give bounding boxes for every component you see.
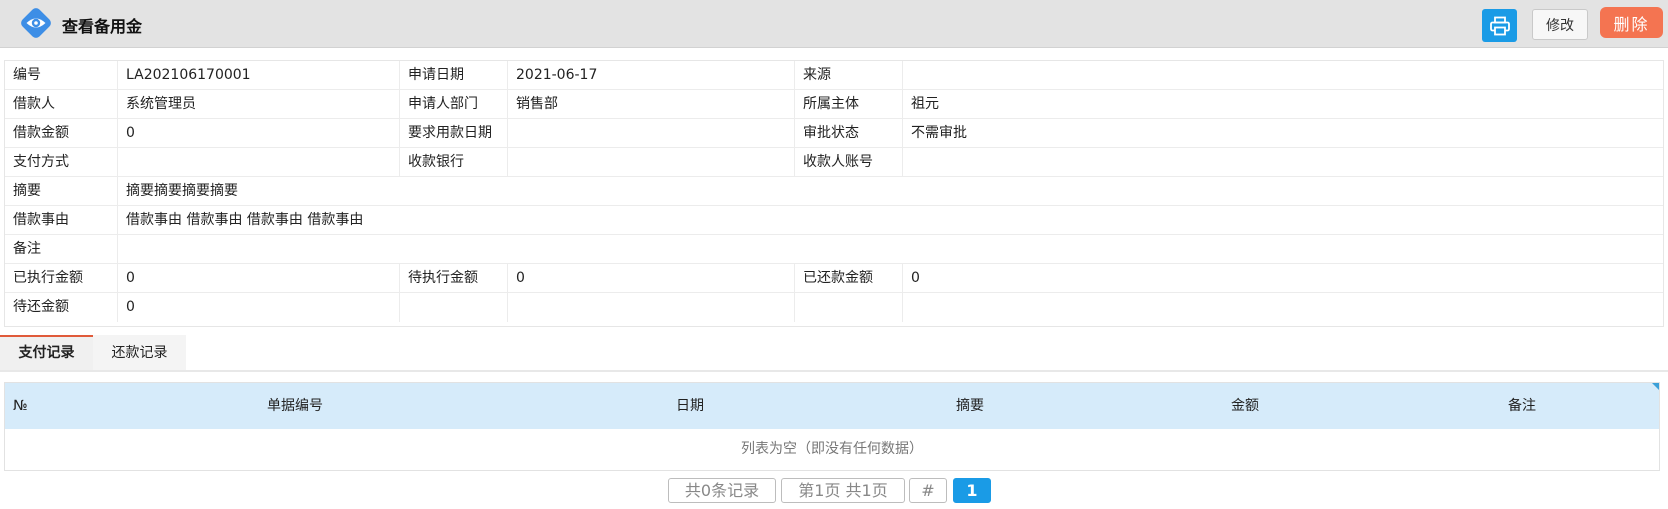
detail-row: 备注	[5, 235, 1663, 264]
field-value: 销售部	[508, 90, 795, 119]
field-value	[508, 119, 795, 148]
detail-table: 编号 LA202106170001 申请日期 2021-06-17 来源 借款人…	[4, 60, 1664, 327]
column-menu-corner-icon[interactable]	[1652, 383, 1659, 390]
field-label: 已执行金额	[5, 264, 118, 293]
field-value	[118, 235, 1663, 264]
printer-icon	[1489, 16, 1510, 35]
field-label: 所属主体	[795, 90, 903, 119]
field-value: 借款事由 借款事由 借款事由 借款事由	[126, 212, 364, 228]
detail-row: 摘要 摘要摘要摘要摘要	[5, 177, 1663, 206]
page-header: 查看备用金 修改 删除	[0, 0, 1668, 48]
detail-row: 借款人 系统管理员 申请人部门 销售部 所属主体 祖元	[5, 90, 1663, 119]
page-title: 查看备用金	[62, 17, 143, 36]
column-header[interactable]: 单据编号	[45, 383, 545, 429]
field-value: 0	[118, 119, 400, 148]
column-header[interactable]: №	[13, 383, 43, 429]
field-value	[508, 148, 795, 177]
field-label: 已还款金额	[795, 264, 903, 293]
empty-list-message: 列表为空（即没有任何数据）	[741, 441, 923, 457]
field-value: 0	[118, 293, 400, 322]
pager-total: 共0条记录	[668, 478, 776, 503]
detail-row: 借款金额 0 要求用款日期 审批状态 不需审批	[5, 119, 1663, 148]
record-tabs: 支付记录 还款记录	[0, 335, 1668, 372]
pager-page-info: 第1页 共1页	[781, 478, 905, 503]
field-value	[903, 148, 1663, 177]
field-value	[903, 293, 1663, 322]
tab-payment-records[interactable]: 支付记录	[0, 335, 93, 370]
delete-button[interactable]: 删除	[1600, 7, 1663, 38]
field-label: 待执行金额	[400, 264, 508, 293]
field-label: 支付方式	[5, 148, 118, 177]
field-label: 申请日期	[400, 61, 508, 90]
column-header[interactable]: 金额	[1105, 383, 1385, 429]
records-grid: № 单据编号 日期 摘要 金额 备注 列表为空（即没有任何数据）	[4, 382, 1660, 471]
eye-icon	[21, 8, 51, 38]
field-label: 申请人部门	[400, 90, 508, 119]
field-value: 不需审批	[911, 125, 967, 141]
field-value: 0	[911, 270, 920, 286]
field-value: 0	[508, 264, 795, 293]
field-label: 备注	[5, 235, 118, 264]
pager-current-page[interactable]: 1	[953, 478, 991, 503]
field-value: 0	[118, 264, 400, 293]
field-value	[903, 61, 1663, 90]
pager-jump-button[interactable]: #	[909, 478, 947, 503]
detail-row: 编号 LA202106170001 申请日期 2021-06-17 来源	[5, 61, 1663, 90]
field-label: 审批状态	[795, 119, 903, 148]
field-label: 借款事由	[5, 206, 118, 235]
field-value: LA202106170001	[118, 61, 400, 90]
field-value: 摘要摘要摘要摘要	[126, 183, 238, 199]
tab-repayment-records[interactable]: 还款记录	[93, 335, 186, 370]
column-header[interactable]: 摘要	[835, 383, 1105, 429]
field-label: 待还金额	[5, 293, 118, 322]
print-button[interactable]	[1482, 9, 1517, 42]
field-label	[795, 293, 903, 322]
field-label	[400, 293, 508, 322]
field-label: 收款人账号	[795, 148, 903, 177]
edit-button[interactable]: 修改	[1532, 9, 1588, 40]
field-value: 系统管理员	[118, 90, 400, 119]
field-value: 祖元	[911, 96, 939, 112]
field-label: 摘要	[5, 177, 118, 206]
field-value	[118, 148, 400, 177]
detail-row: 已执行金额 0 待执行金额 0 已还款金额 0	[5, 264, 1663, 293]
grid-header: № 单据编号 日期 摘要 金额 备注	[5, 383, 1659, 429]
field-label: 来源	[795, 61, 903, 90]
detail-row: 待还金额 0	[5, 293, 1663, 322]
column-header[interactable]: 日期	[545, 383, 835, 429]
field-value	[508, 293, 795, 322]
detail-row: 借款事由 借款事由 借款事由 借款事由 借款事由	[5, 206, 1663, 235]
field-label: 编号	[5, 61, 118, 90]
field-label: 要求用款日期	[400, 119, 508, 148]
column-header[interactable]: 备注	[1385, 383, 1659, 429]
field-value: 2021-06-17	[508, 61, 795, 90]
field-label: 借款人	[5, 90, 118, 119]
field-label: 借款金额	[5, 119, 118, 148]
field-label: 收款银行	[400, 148, 508, 177]
detail-row: 支付方式 收款银行 收款人账号	[5, 148, 1663, 177]
